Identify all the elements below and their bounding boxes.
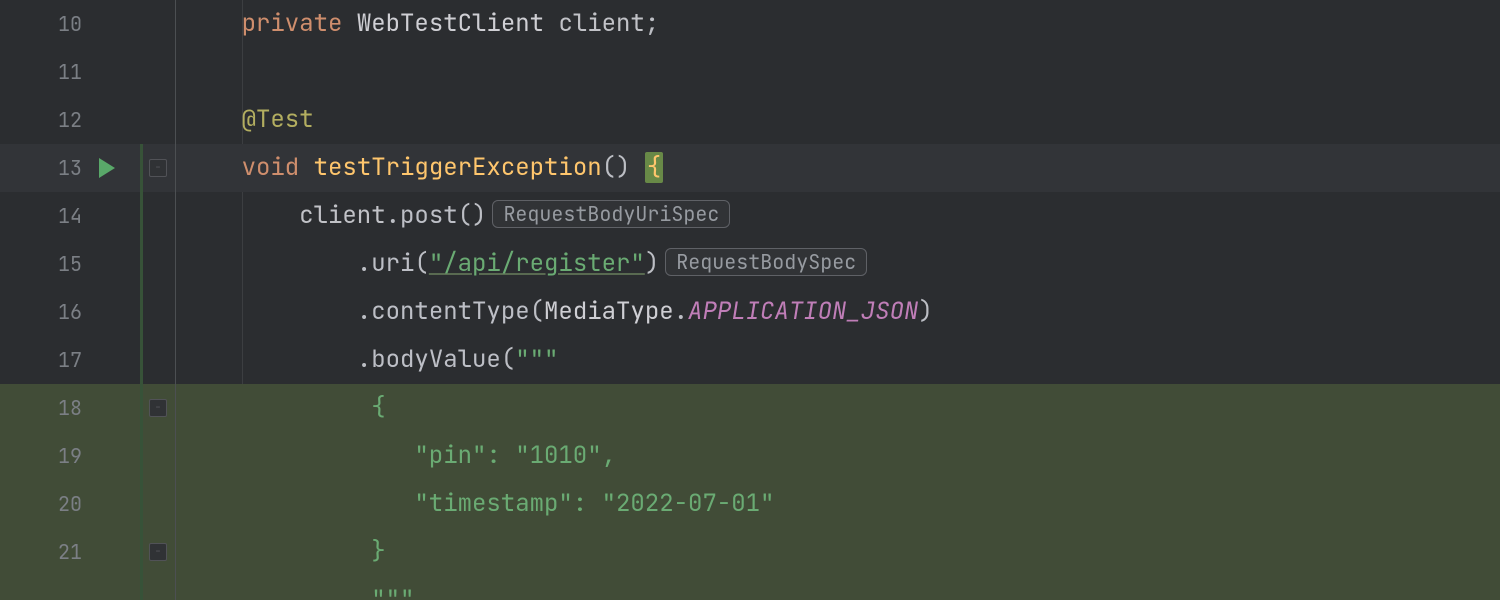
gutter: 20 (0, 480, 140, 528)
line-number: 14 (50, 192, 82, 240)
fold-margin (140, 576, 176, 600)
call-uri: uri (371, 248, 414, 279)
code-text[interactable]: .uri("/api/register")RequestBodySpec (176, 240, 867, 288)
gutter: 16 (0, 288, 140, 336)
inlay-type-hint: RequestBodyUriSpec (492, 200, 730, 228)
code-text[interactable]: @Test (176, 96, 314, 144)
code-line[interactable]: 10 private WebTestClient client; (0, 0, 1500, 48)
play-icon (99, 158, 115, 178)
code-editor[interactable]: 10 private WebTestClient client; 11 12 @… (0, 0, 1500, 600)
fold-margin (140, 288, 176, 336)
gutter: 12 (0, 96, 140, 144)
string-uri: "/api/register" (429, 248, 645, 279)
fold-margin (140, 0, 176, 48)
code-line[interactable]: 17 .bodyValue(""" (0, 336, 1500, 384)
field-client: client (558, 8, 644, 39)
fold-margin (140, 432, 176, 480)
line-number: 19 (50, 432, 82, 480)
code-line[interactable]: 13 − void testTriggerException() { (0, 144, 1500, 192)
inlay-type-hint: RequestBodySpec (665, 248, 867, 276)
fold-margin: − (140, 528, 176, 576)
type-mediatype: MediaType (544, 296, 674, 327)
code-line[interactable]: """ (0, 576, 1500, 600)
fold-margin (140, 336, 176, 384)
gutter: 15 (0, 240, 140, 288)
code-text[interactable]: } (176, 528, 386, 576)
code-text[interactable]: { (176, 384, 386, 432)
run-test-button[interactable] (92, 158, 122, 178)
line-number: 18 (50, 384, 82, 432)
json-open-brace: { (371, 392, 385, 423)
code-line[interactable]: 21 − } (0, 528, 1500, 576)
fold-margin (140, 240, 176, 288)
code-line[interactable]: 12 @Test (0, 96, 1500, 144)
line-number: 20 (50, 480, 82, 528)
call-post: post (400, 200, 458, 231)
code-line[interactable]: 19 "pin": "1010", (0, 432, 1500, 480)
call-bodyvalue: bodyValue (371, 344, 501, 375)
text-block-close: """ (371, 584, 414, 600)
line-number: 21 (50, 528, 82, 576)
code-line[interactable]: 18 − { (0, 384, 1500, 432)
code-text[interactable]: "timestamp": "2022-07-01" (176, 480, 774, 528)
fold-margin (140, 48, 176, 96)
code-text[interactable]: private WebTestClient client; (176, 0, 659, 48)
line-number: 16 (50, 288, 82, 336)
fold-margin: − (140, 144, 176, 192)
code-text[interactable]: void testTriggerException() { (176, 144, 663, 192)
json-close-brace: } (371, 536, 385, 567)
code-line[interactable]: 15 .uri("/api/register")RequestBodySpec (0, 240, 1500, 288)
keyword-void: void (242, 152, 300, 183)
ref-client: client (299, 200, 385, 231)
text-block-open: """ (515, 344, 558, 375)
gutter: 11 (0, 48, 140, 96)
fold-margin (140, 480, 176, 528)
gutter: 13 (0, 144, 140, 192)
line-number: 17 (50, 336, 82, 384)
gutter (0, 576, 140, 600)
fold-margin: − (140, 384, 176, 432)
code-text[interactable]: client.post()RequestBodyUriSpec (176, 192, 730, 240)
fold-margin (140, 192, 176, 240)
brace-open: { (645, 152, 663, 183)
line-number: 11 (50, 48, 82, 96)
fold-collapse-icon[interactable]: − (149, 543, 167, 561)
line-number: 13 (50, 144, 82, 192)
code-text[interactable]: "pin": "1010", (176, 432, 616, 480)
method-name: testTriggerException (314, 152, 602, 183)
gutter: 10 (0, 0, 140, 48)
type-webtestclient: WebTestClient (357, 8, 544, 39)
line-number: 15 (50, 240, 82, 288)
code-text[interactable]: .bodyValue(""" (176, 336, 558, 384)
code-text[interactable] (176, 48, 184, 96)
line-number: 10 (50, 0, 82, 48)
code-line[interactable]: 11 (0, 48, 1500, 96)
json-timestamp-entry: "timestamp": "2022-07-01" (414, 488, 774, 519)
annotation-test: @Test (242, 104, 314, 135)
fold-collapse-icon[interactable]: − (149, 399, 167, 417)
gutter: 21 (0, 528, 140, 576)
line-number: 12 (50, 96, 82, 144)
gutter: 19 (0, 432, 140, 480)
code-text[interactable]: .contentType(MediaType.APPLICATION_JSON) (176, 288, 933, 336)
code-line[interactable]: 20 "timestamp": "2022-07-01" (0, 480, 1500, 528)
static-application-json: APPLICATION_JSON (688, 296, 918, 327)
code-line[interactable]: 14 client.post()RequestBodyUriSpec (0, 192, 1500, 240)
gutter: 17 (0, 336, 140, 384)
code-text[interactable]: """ (176, 576, 414, 600)
gutter: 14 (0, 192, 140, 240)
call-contenttype: contentType (371, 296, 529, 327)
fold-margin (140, 96, 176, 144)
fold-collapse-icon[interactable]: − (149, 159, 167, 177)
json-pin-entry: "pin": "1010", (414, 440, 616, 471)
keyword-private: private (242, 8, 343, 39)
code-line[interactable]: 16 .contentType(MediaType.APPLICATION_JS… (0, 288, 1500, 336)
gutter: 18 (0, 384, 140, 432)
